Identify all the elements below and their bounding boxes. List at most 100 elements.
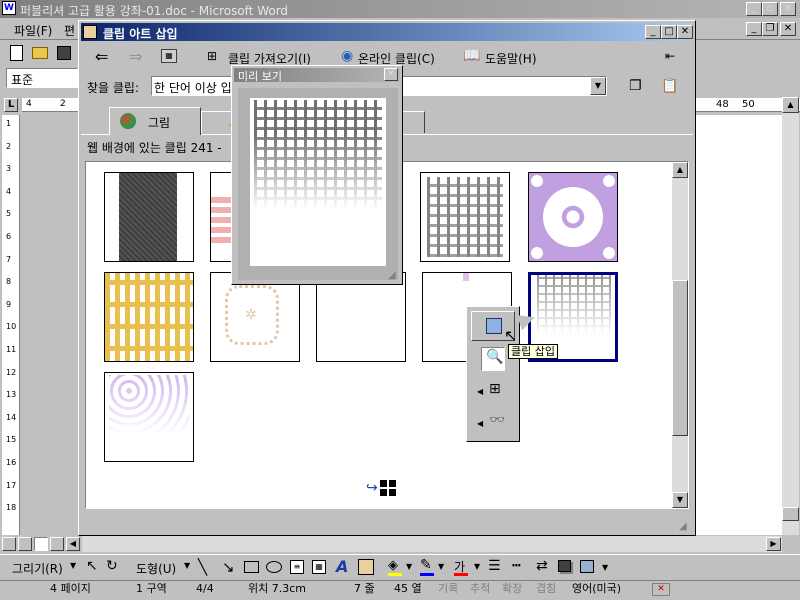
dialog-size-grip-icon[interactable]: ◢ — [679, 521, 687, 532]
oval-tool-icon[interactable] — [266, 561, 282, 573]
status-extend[interactable]: 확장 — [502, 582, 522, 598]
open-folder-icon[interactable] — [32, 47, 48, 59]
clip-thumbnail-gold-key[interactable] — [104, 272, 194, 362]
menu-file[interactable]: 파일(F) — [14, 22, 52, 39]
word-title-text: 퍼블리셔 고급 활용 강좌-01.doc - Microsoft Word — [20, 4, 289, 18]
dropdown-arrow-icon: ▼ — [70, 561, 77, 570]
dropdown-arrow-icon[interactable]: ▼ — [438, 562, 444, 571]
spelling-status-icon[interactable]: ✕ — [652, 583, 670, 596]
help-book-icon[interactable]: 📖 — [463, 48, 480, 64]
rectangle-tool-icon[interactable] — [244, 561, 259, 573]
more-clips-grid-icon[interactable] — [380, 480, 396, 496]
forward-arrow-icon[interactable]: ⇒ — [129, 47, 142, 66]
doc-minimize-button[interactable]: _ — [746, 22, 762, 36]
wordart-a-icon[interactable]: A — [336, 557, 348, 576]
clipart-title-text: 클립 아트 삽입 — [103, 27, 178, 41]
clipart-titlebar[interactable]: 클립 아트 삽입 _ □ ✕ — [81, 23, 693, 41]
scroll-thumb[interactable] — [782, 507, 799, 521]
import-clips-icon[interactable]: ⊞ — [207, 49, 223, 65]
word-maximize-button[interactable]: ▫ — [762, 2, 778, 16]
fill-color-icon[interactable]: ◈ — [388, 558, 398, 573]
word-vertical-scrollbar[interactable]: ▲ — [782, 97, 799, 535]
arrow-tool-icon[interactable]: ↘ — [222, 558, 235, 576]
status-track[interactable]: 추적 — [470, 582, 490, 598]
clip-thumbnail-purple-medallion[interactable] — [528, 172, 618, 262]
status-record[interactable]: 기록 — [438, 582, 458, 598]
help-button[interactable]: 도움말(H) — [485, 50, 537, 67]
3d-icon[interactable] — [580, 560, 594, 573]
print-layout-button[interactable] — [34, 537, 48, 551]
shadow-icon[interactable] — [558, 560, 571, 572]
dash-style-icon[interactable]: ┅ — [512, 558, 520, 574]
keep-looking-icon[interactable]: ↪ — [366, 480, 378, 496]
clip-scroll-up-button[interactable]: ▲ — [672, 162, 688, 178]
preview-close-button[interactable]: ✕ — [384, 68, 398, 81]
scroll-left-button[interactable]: ◀ — [66, 537, 80, 551]
all-categories-icon[interactable]: ▦ — [161, 49, 177, 63]
line-tool-icon[interactable]: ╲ — [198, 558, 207, 576]
menu-edit[interactable]: 편 — [64, 22, 75, 39]
save-disk-icon[interactable] — [57, 46, 71, 60]
clip-scroll-down-button[interactable]: ▼ — [672, 492, 688, 508]
pictures-tab-icon — [120, 113, 136, 129]
status-overtype[interactable]: 겹침 — [536, 582, 556, 598]
clip-thumbnail-dark-texture[interactable] — [104, 172, 194, 262]
find-similar-binoculars-icon[interactable]: 👓 — [489, 413, 505, 428]
online-clips-icon[interactable]: ◉ — [341, 48, 353, 64]
insert-clipart-icon[interactable] — [358, 559, 374, 575]
style-box[interactable]: 표준 — [6, 68, 78, 88]
tab-motion-clips[interactable] — [401, 111, 425, 133]
word-horizontal-scrollbar[interactable]: ▶ — [82, 536, 782, 552]
clipart-maximize-button[interactable]: □ — [661, 25, 677, 39]
status-page: 4 페이지 — [50, 582, 91, 595]
draw-menu[interactable]: 그리기(R) — [12, 560, 63, 577]
scroll-right-button[interactable]: ▶ — [766, 537, 781, 551]
word-close-button[interactable]: ✕ — [780, 2, 796, 16]
doc-close-button[interactable]: ✕ — [780, 22, 796, 36]
back-arrow-icon[interactable]: ⇐ — [95, 47, 108, 66]
clipart-minimize-button[interactable]: _ — [645, 25, 661, 39]
autoshapes-menu[interactable]: 도형(U) — [136, 560, 176, 577]
new-document-icon[interactable] — [10, 45, 23, 61]
clip-scroll-thumb[interactable] — [672, 280, 688, 436]
vertical-ruler-number: 17 — [6, 480, 17, 490]
outline-view-button[interactable] — [50, 537, 64, 551]
change-window-size-icon[interactable]: ⇤ — [665, 49, 683, 65]
web-layout-button[interactable] — [18, 537, 32, 551]
doc-restore-button[interactable]: ❐ — [762, 22, 778, 36]
preview-window: 미리 보기 ✕ ◢ — [231, 65, 403, 285]
preview-clip-button[interactable]: 🔍 — [481, 347, 505, 371]
clip-thumbnail-beige-hexagon[interactable]: ✲ — [210, 272, 300, 362]
preview-titlebar[interactable]: 미리 보기 ✕ — [234, 68, 400, 83]
dropdown-arrow-icon[interactable]: ▼ — [602, 563, 608, 572]
wordart-icon[interactable]: ▦ — [312, 560, 326, 574]
clip-thumbnail-blank[interactable] — [316, 272, 406, 362]
document-page[interactable] — [694, 115, 782, 535]
tab-selector[interactable]: L — [4, 98, 18, 112]
clipart-close-button[interactable]: ✕ — [677, 25, 693, 39]
copy-icon[interactable]: ❐ — [629, 78, 642, 94]
tab-pictures-label: 그림 — [148, 116, 171, 130]
ruler-number: 2 — [60, 99, 66, 109]
dropdown-arrow-icon[interactable]: ▼ — [474, 562, 480, 571]
tab-pictures[interactable]: 그림 — [109, 107, 201, 135]
dropdown-arrow-icon[interactable]: ▼ — [406, 562, 412, 571]
select-objects-icon[interactable]: ↖ — [86, 558, 98, 574]
clip-grid-scrollbar[interactable]: ▲ ▼ — [672, 162, 688, 508]
free-rotate-icon[interactable]: ↻ — [106, 558, 118, 574]
line-color-icon[interactable]: ✎ — [420, 557, 432, 573]
clip-thumbnail-gray-maze[interactable] — [420, 172, 510, 262]
normal-view-button[interactable] — [2, 537, 16, 551]
clip-thumbnail-lavender-lace[interactable] — [104, 372, 194, 462]
scroll-up-button[interactable]: ▲ — [782, 97, 799, 113]
text-box-icon[interactable]: ≡ — [290, 560, 304, 574]
preview-size-grip-icon[interactable]: ◢ — [388, 270, 396, 281]
fill-color-swatch — [388, 573, 402, 576]
paste-icon[interactable]: 📋 — [661, 78, 678, 94]
line-style-icon[interactable]: ☰ — [488, 558, 501, 574]
word-app-icon: W — [2, 1, 16, 15]
search-dropdown-button[interactable]: ▼ — [590, 77, 606, 95]
add-to-favorites-icon[interactable]: ⊞ — [489, 381, 501, 397]
word-minimize-button[interactable]: _ — [746, 2, 762, 16]
arrow-style-icon[interactable]: ⇄ — [536, 558, 548, 574]
